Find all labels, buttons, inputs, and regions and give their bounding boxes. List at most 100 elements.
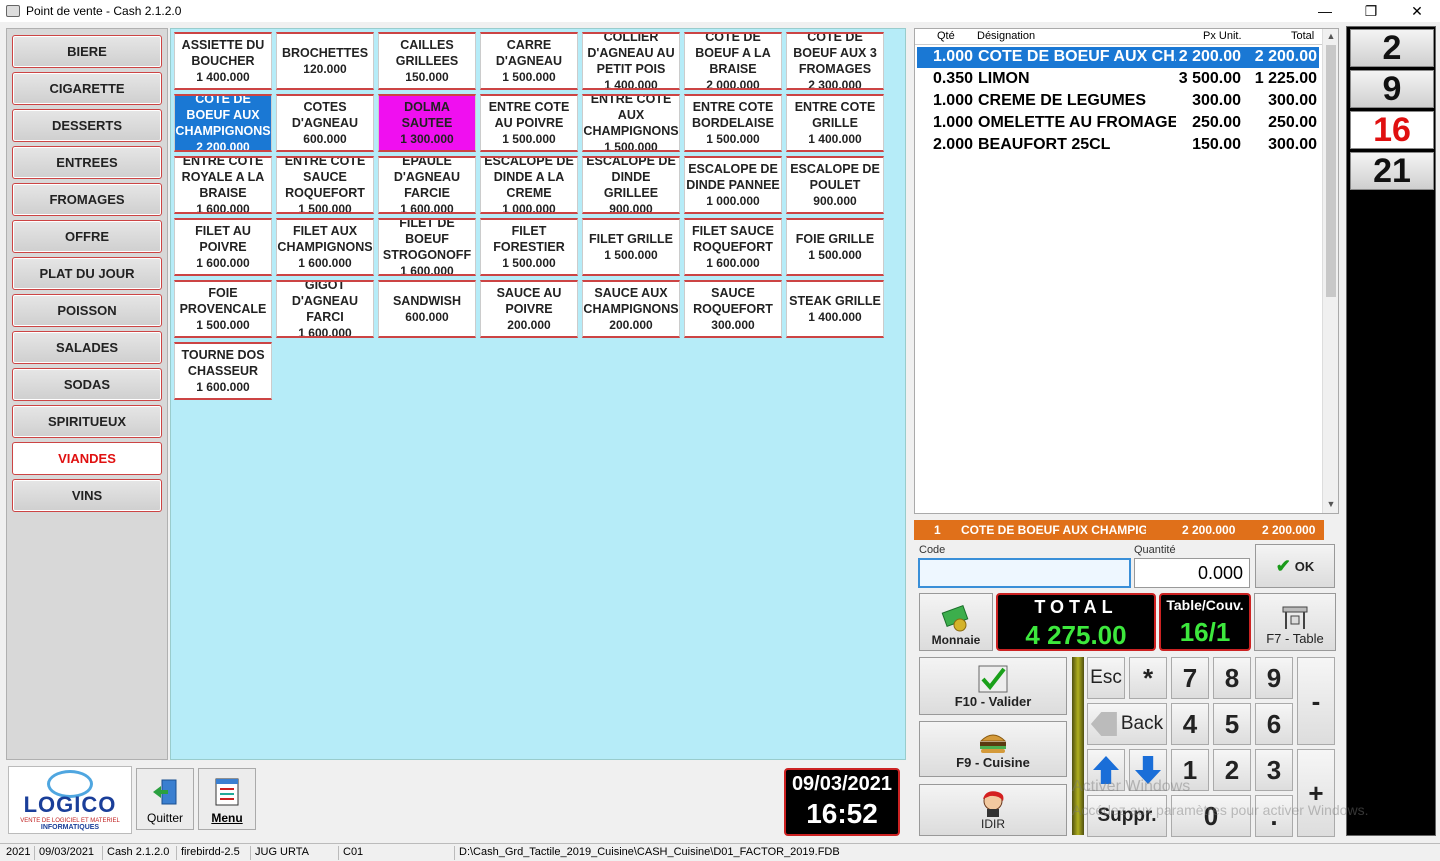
order-scrollbar[interactable]: ▲ ▼ <box>1322 29 1338 513</box>
order-qty: 1.000 <box>932 92 973 109</box>
product-tile[interactable]: ASSIETTE DU BOUCHER 1 400.000 <box>174 32 272 90</box>
code-input[interactable] <box>918 558 1131 588</box>
table-21-button[interactable]: 21 <box>1350 152 1434 190</box>
order-row[interactable]: 0.350 LIMON 3 500.00 1 225.00 <box>917 69 1319 90</box>
category-button-poisson[interactable]: POISSON <box>12 294 162 327</box>
product-tile[interactable]: FILET AU POIVRE 1 600.000 <box>174 218 272 276</box>
product-tile[interactable]: ENTRE COTE GRILLE 1 400.000 <box>786 94 884 152</box>
numpad-6-button[interactable]: 6 <box>1255 703 1293 745</box>
category-button-spiritueux[interactable]: SPIRITUEUX <box>12 405 162 438</box>
product-tile[interactable]: SAUCE AU POIVRE 200.000 <box>480 280 578 338</box>
plus-button[interactable]: + <box>1297 749 1335 837</box>
minimize-button[interactable]: — <box>1302 0 1348 22</box>
product-tile[interactable]: TOURNE DOS CHASSEUR 1 600.000 <box>174 342 272 400</box>
table-9-button[interactable]: 9 <box>1350 70 1434 108</box>
numpad-2-button[interactable]: 2 <box>1213 749 1251 791</box>
product-price: 1 500.000 <box>604 248 658 262</box>
order-row[interactable]: 2.000 BEAUFORT 25CL 150.00 300.00 <box>917 135 1319 156</box>
product-tile[interactable]: COLLIER D'AGNEAU AU PETIT POIS 1 400.000 <box>582 32 680 90</box>
close-button[interactable]: ✕ <box>1394 0 1440 22</box>
product-tile[interactable]: FOIE GRILLE 1 500.000 <box>786 218 884 276</box>
order-row[interactable]: 1.000 CREME DE LEGUMES 300.00 300.00 <box>917 91 1319 112</box>
product-price: 1 500.000 <box>196 318 250 332</box>
product-tile[interactable]: SAUCE ROQUEFORT 300.000 <box>684 280 782 338</box>
category-button-salades[interactable]: SALADES <box>12 331 162 364</box>
numpad-5-button[interactable]: 5 <box>1213 703 1251 745</box>
product-tile[interactable]: FILET DE BOEUF STROGONOFF 1 600.000 <box>378 218 476 276</box>
product-tile[interactable]: ESCALOPE DE DINDE PANNEE 1 000.000 <box>684 156 782 214</box>
product-tile[interactable]: ENTRE COTE AU POIVRE 1 500.000 <box>480 94 578 152</box>
category-button-fromages[interactable]: FROMAGES <box>12 183 162 216</box>
product-tile[interactable]: DOLMA SAUTEE 1 300.000 <box>378 94 476 152</box>
quit-button[interactable]: Quitter <box>136 768 194 830</box>
order-row[interactable]: 1.000 OMELETTE AU FROMAGE 250.00 250.00 <box>917 113 1319 134</box>
cuisine-button[interactable]: F9 - Cuisine <box>919 721 1067 777</box>
product-tile[interactable]: ENTRE COTE SAUCE ROQUEFORT 1 500.000 <box>276 156 374 214</box>
scroll-up-icon[interactable]: ▲ <box>1323 31 1339 45</box>
numpad-7-button[interactable]: 7 <box>1171 657 1209 699</box>
table-button[interactable]: F7 - Table <box>1254 593 1336 651</box>
scroll-thumb[interactable] <box>1326 45 1336 297</box>
product-tile[interactable]: FILET FORESTIER 1 500.000 <box>480 218 578 276</box>
menu-button[interactable]: Menu <box>198 768 256 830</box>
category-button-offre[interactable]: OFFRE <box>12 220 162 253</box>
product-tile[interactable]: FOIE PROVENCALE 1 500.000 <box>174 280 272 338</box>
quantity-input[interactable] <box>1134 558 1250 588</box>
product-tile[interactable]: EPAULE D'AGNEAU FARCIE 1 600.000 <box>378 156 476 214</box>
activation-watermark: Activer Windows <box>1072 778 1191 795</box>
escape-button[interactable]: Esc <box>1087 657 1125 699</box>
product-tile[interactable]: ENTRE COTE ROYALE A LA BRAISE 1 600.000 <box>174 156 272 214</box>
product-tile[interactable]: FILET GRILLE 1 500.000 <box>582 218 680 276</box>
product-price: 150.000 <box>405 70 449 84</box>
category-button-entrees[interactable]: ENTREES <box>12 146 162 179</box>
product-name: CAILLES GRILLEES <box>395 38 459 68</box>
product-tile[interactable]: CARRE D'AGNEAU 1 500.000 <box>480 32 578 90</box>
scroll-down-icon[interactable]: ▼ <box>1323 499 1339 513</box>
category-button-desserts[interactable]: DESSERTS <box>12 109 162 142</box>
status-field: D:\Cash_Grd_Tactile_2019_Cuisine\CASH_Cu… <box>454 846 840 860</box>
numpad-4-button[interactable]: 4 <box>1171 703 1209 745</box>
category-button-cigarette[interactable]: CIGARETTE <box>12 72 162 105</box>
category-button-sodas[interactable]: SODAS <box>12 368 162 401</box>
user-button[interactable]: IDIR <box>919 784 1067 836</box>
product-tile[interactable]: SANDWISH 600.000 <box>378 280 476 338</box>
category-button-biere[interactable]: BIERE <box>12 35 162 68</box>
back-button[interactable]: Back <box>1087 703 1167 745</box>
maximize-button[interactable]: ❐ <box>1348 0 1394 22</box>
category-button-vins[interactable]: VINS <box>12 479 162 512</box>
numpad-9-button[interactable]: 9 <box>1255 657 1293 699</box>
table-16-button[interactable]: 16 <box>1350 111 1434 149</box>
product-tile[interactable]: BROCHETTES 120.000 <box>276 32 374 90</box>
product-tile[interactable]: ENTRE COTE BORDELAISE 1 500.000 <box>684 94 782 152</box>
product-price: 200.000 <box>609 318 653 332</box>
table-2-button[interactable]: 2 <box>1350 29 1434 67</box>
minus-button[interactable]: - <box>1297 657 1335 745</box>
product-tile[interactable]: CAILLES GRILLEES 150.000 <box>378 32 476 90</box>
product-tile[interactable]: ESCALOPE DE DINDE GRILLEE 900.000 <box>582 156 680 214</box>
product-tile[interactable]: GIGOT D'AGNEAU FARCI 1 600.000 <box>276 280 374 338</box>
validate-check-icon <box>978 665 1008 692</box>
product-tile[interactable]: COTE DE BOEUF AUX CHAMPIGNONS 2 200.000 <box>174 94 272 152</box>
product-tile[interactable]: COTE DE BOEUF AUX 3 FROMAGES 2 300.000 <box>786 32 884 90</box>
product-tile[interactable]: SAUCE AUX CHAMPIGNONS 200.000 <box>582 280 680 338</box>
star-button[interactable]: * <box>1129 657 1167 699</box>
table-list: 2 9 16 21 <box>1346 26 1436 836</box>
product-tile[interactable]: STEAK GRILLE 1 400.000 <box>786 280 884 338</box>
header-qty: Qté <box>937 30 955 42</box>
validate-button[interactable]: F10 - Valider <box>919 657 1067 715</box>
product-tile[interactable]: ESCALOPE DE POULET 900.000 <box>786 156 884 214</box>
product-tile[interactable]: FILET SAUCE ROQUEFORT 1 600.000 <box>684 218 782 276</box>
monnaie-button[interactable]: Monnaie <box>919 593 993 651</box>
product-tile[interactable]: ENTRE COTE AUX CHAMPIGNONS 1 500.000 <box>582 94 680 152</box>
product-tile[interactable]: COTES D'AGNEAU 600.000 <box>276 94 374 152</box>
order-row[interactable]: 1.000COTE DE BOEUF AUX CHAMPIGNONS2 200.… <box>917 47 1319 68</box>
ok-button[interactable]: ✔ OK <box>1255 544 1335 588</box>
category-button-viandes[interactable]: VIANDES <box>12 442 162 475</box>
product-tile[interactable]: COTE DE BOEUF A LA BRAISE 2 000.000 <box>684 32 782 90</box>
numpad-3-button[interactable]: 3 <box>1255 749 1293 791</box>
product-tile[interactable]: ESCALOPE DE DINDE A LA CREME 1 000.000 <box>480 156 578 214</box>
product-tile[interactable]: FILET AUX CHAMPIGNONS 1 600.000 <box>276 218 374 276</box>
category-button-plat-du-jour[interactable]: PLAT DU JOUR <box>12 257 162 290</box>
order-list[interactable]: Qté Désignation Px Unit. Total 1.000 COTE… <box>914 28 1339 514</box>
numpad-8-button[interactable]: 8 <box>1213 657 1251 699</box>
